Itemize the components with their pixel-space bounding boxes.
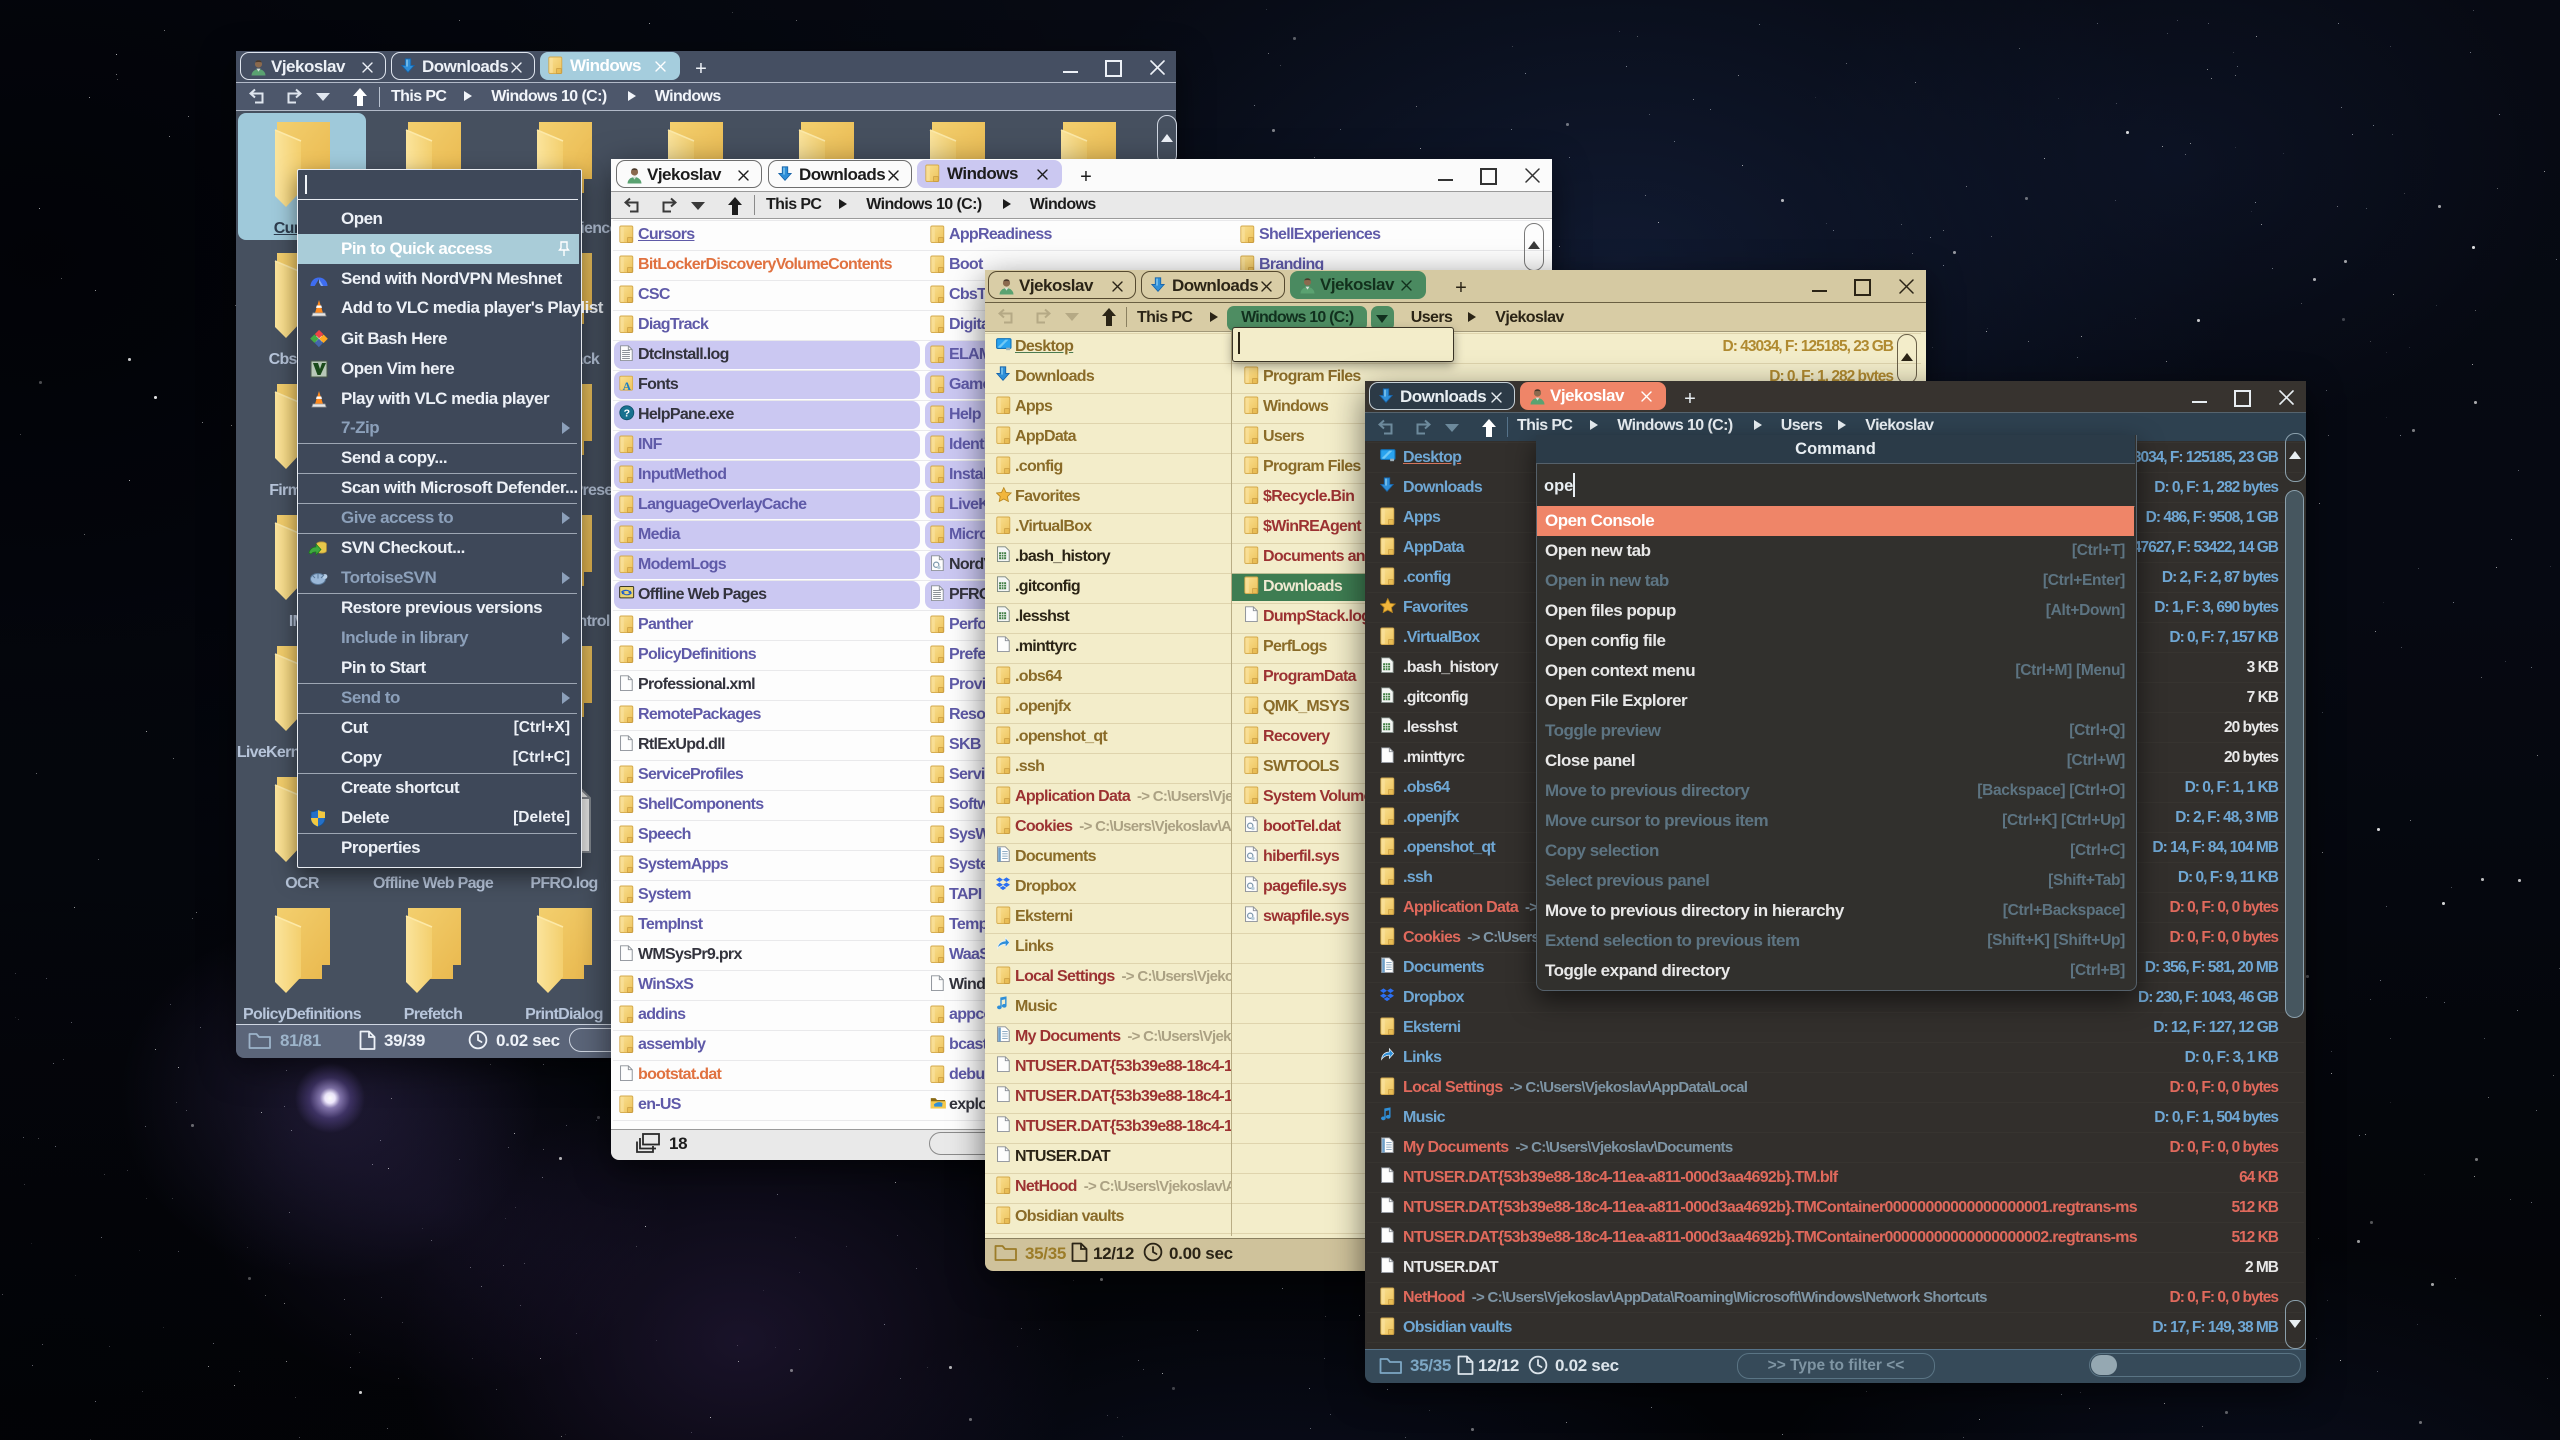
svg-text:A: A — [623, 380, 632, 392]
svg-text:?: ? — [624, 408, 630, 420]
